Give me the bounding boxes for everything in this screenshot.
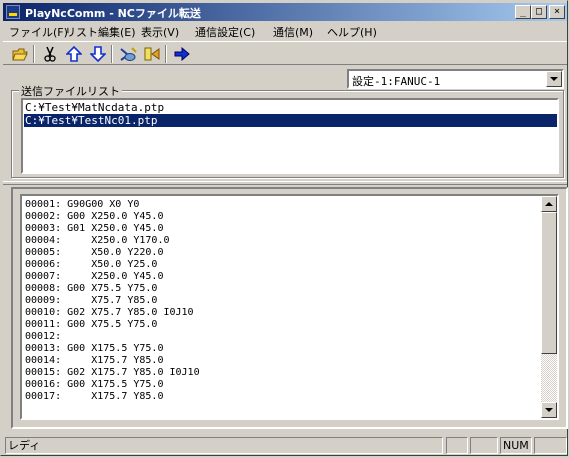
nc-line: 00017: X175.7 Y85.0 (25, 391, 164, 402)
status-pane-empty (446, 437, 468, 454)
down-arrow-icon[interactable] (87, 44, 109, 64)
close-button[interactable]: × (549, 5, 565, 19)
status-pane-empty (470, 437, 498, 454)
nc-line: 00014: X175.7 Y85.0 (25, 355, 164, 366)
menu-comm[interactable]: 通信(M) (273, 24, 313, 40)
nc-line: 00015: G02 X175.7 Y85.0 I0J10 (25, 367, 200, 378)
nc-line: 00005: X50.0 Y220.0 (25, 247, 164, 258)
vertical-scrollbar[interactable] (541, 196, 557, 418)
nc-line: 00006: X50.0 Y25.0 (25, 259, 158, 270)
app-icon (6, 5, 20, 19)
file-list-item-selected[interactable]: C:¥Test¥TestNc01.ptp (24, 114, 557, 127)
toolbar-separator (111, 45, 113, 63)
toolbar-separator (33, 45, 35, 63)
nc-line: 00008: G00 X75.5 Y75.0 (25, 283, 158, 294)
menu-comm-settings[interactable]: 通信設定(C) (195, 24, 255, 40)
nc-line: 00003: G01 X250.0 Y45.0 (25, 223, 164, 234)
title-bar[interactable]: PlayNcComm - NCファイル転送 _ □ × (3, 3, 567, 21)
menu-bar: ファイル(F) リスト編集(E) 表示(V) 通信設定(C) 通信(M) ヘルプ… (3, 22, 567, 40)
run-icon[interactable] (171, 44, 193, 64)
menu-list-edit[interactable]: リスト編集(E) (65, 24, 136, 40)
num-lock-indicator: NUM (500, 437, 532, 454)
file-list-item[interactable]: C:¥Test¥MatNcdata.ptp (24, 101, 557, 114)
settings-select-value: 設定-1:FANUC-1 (352, 75, 441, 88)
up-arrow-icon[interactable] (63, 44, 85, 64)
scroll-down-icon[interactable] (541, 402, 557, 418)
pane-splitter[interactable] (3, 181, 567, 185)
settings-select[interactable]: 設定-1:FANUC-1 (347, 69, 564, 89)
chevron-down-icon[interactable] (546, 71, 562, 87)
status-text: レディ (5, 437, 443, 454)
nc-line: 00010: G02 X75.7 Y85.0 I0J10 (25, 307, 194, 318)
nc-line: 00011: G00 X75.5 Y75.0 (25, 319, 158, 330)
scroll-up-icon[interactable] (541, 196, 557, 212)
minimize-button[interactable]: _ (515, 5, 531, 19)
nc-line: 00007: X250.0 Y45.0 (25, 271, 164, 282)
nc-code-preview[interactable]: 00001: G90G00 X0 Y0 00002: G00 X250.0 Y4… (20, 194, 559, 420)
nc-line: 00012: (25, 331, 62, 342)
send-file-list[interactable]: C:¥Test¥MatNcdata.ptp C:¥Test¥TestNc01.p… (21, 98, 559, 174)
menu-view[interactable]: 表示(V) (141, 24, 179, 40)
nc-line: 00016: G00 X175.5 Y75.0 (25, 379, 164, 390)
toolbar (3, 41, 567, 65)
nc-line: 00001: G90G00 X0 Y0 (25, 199, 140, 210)
nc-line: 00004: X250.0 Y170.0 (25, 235, 170, 246)
open-folder-icon[interactable] (9, 44, 31, 64)
status-bar: レディ NUM (3, 435, 567, 455)
main-window: PlayNcComm - NCファイル転送 _ □ × ファイル(F) リスト編… (0, 0, 568, 456)
cut-icon[interactable] (39, 44, 61, 64)
status-pane-empty (534, 437, 567, 454)
nc-line: 00002: G00 X250.0 Y45.0 (25, 211, 164, 222)
scroll-track[interactable] (541, 354, 557, 402)
nc-line: 00009: X75.7 Y85.0 (25, 295, 158, 306)
window-title: PlayNcComm - NCファイル転送 (25, 7, 201, 20)
menu-help[interactable]: ヘルプ(H) (327, 24, 377, 40)
toolbar-separator (165, 45, 167, 63)
scroll-thumb[interactable] (541, 212, 557, 354)
receive-icon[interactable] (117, 44, 139, 64)
send-icon[interactable] (141, 44, 163, 64)
send-file-list-label: 送信ファイルリスト (19, 83, 122, 99)
maximize-button[interactable]: □ (531, 5, 547, 19)
menu-file[interactable]: ファイル(F) (9, 24, 68, 40)
nc-line: 00013: G00 X175.5 Y75.0 (25, 343, 164, 354)
